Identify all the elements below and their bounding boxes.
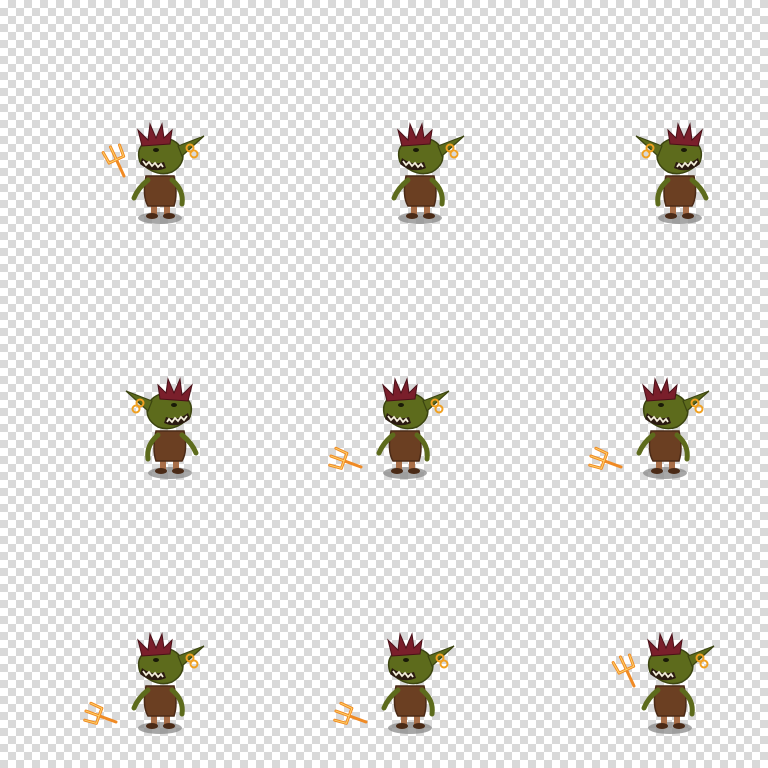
- goblin-body: [588, 377, 710, 479]
- goblin-sprite-frame-4: [125, 377, 199, 479]
- goblin-sprite-frame-2: [391, 122, 465, 224]
- earring-icon: [189, 149, 199, 159]
- goblin-sprite: [333, 632, 455, 734]
- goblin-body: [328, 377, 450, 479]
- goblin-foot: [146, 213, 158, 219]
- earring-icon: [449, 149, 459, 159]
- goblin-eye: [403, 658, 409, 662]
- earring-icon: [699, 659, 709, 669]
- goblin-body: [125, 377, 199, 479]
- earring-icon: [641, 149, 651, 159]
- shadow: [643, 467, 687, 479]
- goblin-sprite: [635, 122, 709, 224]
- goblin-foot: [146, 723, 158, 729]
- shadow: [658, 212, 702, 224]
- goblin-sprite: [328, 377, 450, 479]
- goblin-mohawk: [647, 632, 683, 657]
- shadow: [648, 722, 692, 734]
- trident-icon: [328, 446, 363, 470]
- goblin-mohawk: [397, 122, 433, 147]
- trident-icon: [333, 701, 368, 725]
- goblin-foot: [163, 213, 175, 219]
- goblin-sprite: [83, 632, 205, 734]
- goblin-foot: [391, 468, 403, 474]
- goblin-sprite-frame-5: [328, 377, 450, 479]
- goblin-sprite: [125, 377, 199, 479]
- goblin-eye: [398, 403, 404, 407]
- earring-icon: [694, 404, 704, 414]
- trident-icon: [611, 653, 636, 688]
- goblin-mohawk: [642, 377, 678, 402]
- goblin-foot: [682, 213, 694, 219]
- goblin-eye: [171, 403, 177, 407]
- goblin-sprite: [101, 122, 205, 224]
- goblin-foot: [656, 723, 668, 729]
- goblin-eye: [681, 148, 687, 152]
- shadow: [383, 467, 427, 479]
- goblin-body: [611, 632, 715, 734]
- goblin-eye: [153, 658, 159, 662]
- goblin-sprite-frame-8: [333, 632, 455, 734]
- goblin-body: [391, 122, 465, 224]
- goblin-eye: [658, 403, 664, 407]
- goblin-foot: [163, 723, 175, 729]
- goblin-mohawk: [387, 632, 423, 657]
- trident-icon: [101, 143, 126, 178]
- shadow: [138, 212, 182, 224]
- goblin-foot: [408, 468, 420, 474]
- goblin-foot: [155, 468, 167, 474]
- goblin-eye: [153, 148, 159, 152]
- goblin-mohawk: [157, 377, 193, 402]
- goblin-sprite-frame-6: [588, 377, 710, 479]
- goblin-foot: [423, 213, 435, 219]
- goblin-body: [83, 632, 205, 734]
- shadow: [148, 467, 192, 479]
- goblin-sprite: [588, 377, 710, 479]
- shadow: [138, 722, 182, 734]
- goblin-foot: [665, 213, 677, 219]
- goblin-sprite-frame-9: [611, 632, 715, 734]
- goblin-body: [635, 122, 709, 224]
- goblin-sprite-frame-7: [83, 632, 205, 734]
- goblin-foot: [668, 468, 680, 474]
- trident-icon: [588, 446, 623, 470]
- sprite-sheet-canvas: [0, 0, 768, 768]
- goblin-sprite-frame-3: [635, 122, 709, 224]
- earring-icon: [189, 659, 199, 669]
- goblin-mohawk: [137, 632, 173, 657]
- goblin-foot: [406, 213, 418, 219]
- goblin-foot: [396, 723, 408, 729]
- goblin-foot: [172, 468, 184, 474]
- trident-icon: [83, 701, 118, 725]
- goblin-mohawk: [667, 122, 703, 147]
- earring-icon: [439, 659, 449, 669]
- goblin-foot: [413, 723, 425, 729]
- goblin-body: [333, 632, 455, 734]
- goblin-mohawk: [137, 122, 173, 147]
- goblin-sprite: [391, 122, 465, 224]
- goblin-sprite-frame-1: [101, 122, 205, 224]
- goblin-eye: [413, 148, 419, 152]
- earring-icon: [131, 404, 141, 414]
- shadow: [398, 212, 442, 224]
- goblin-foot: [673, 723, 685, 729]
- goblin-foot: [651, 468, 663, 474]
- goblin-sprite: [611, 632, 715, 734]
- shadow: [388, 722, 432, 734]
- goblin-mohawk: [382, 377, 418, 402]
- earring-icon: [434, 404, 444, 414]
- goblin-body: [101, 122, 205, 224]
- goblin-eye: [663, 658, 669, 662]
